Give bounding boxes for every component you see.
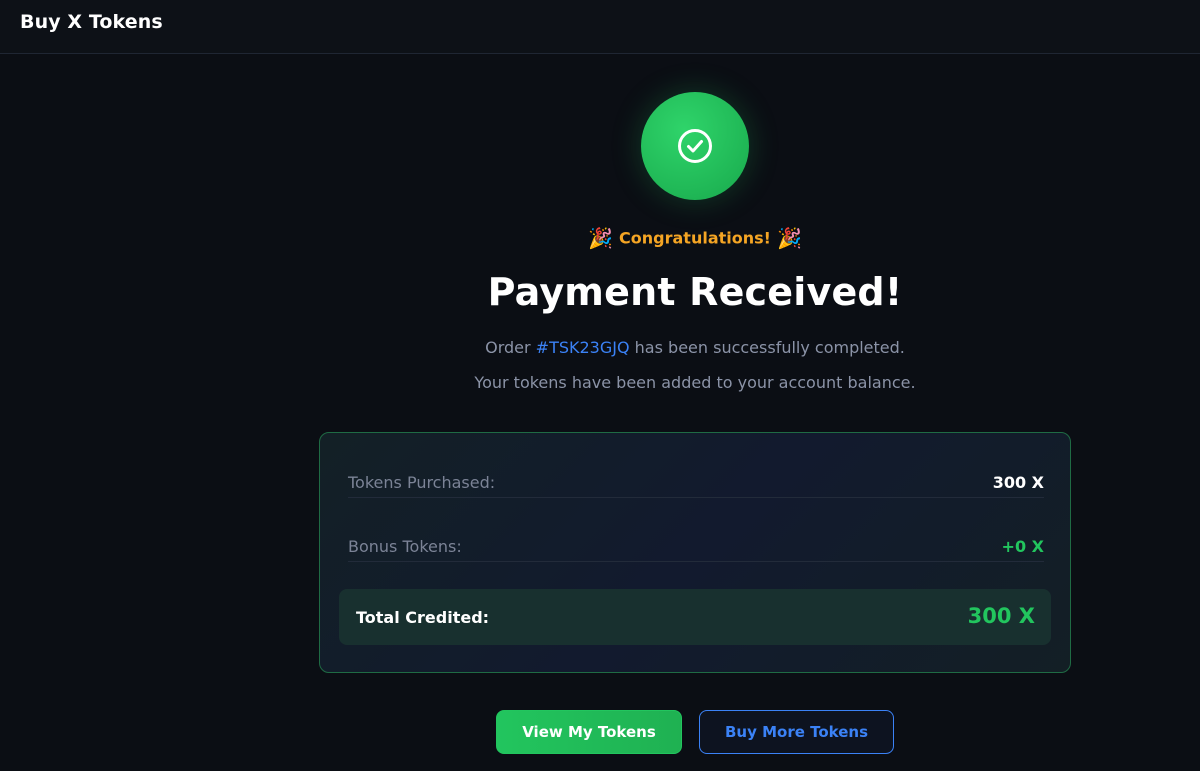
payment-success-panel: 🎉 Congratulations! 🎉 Payment Received! Ord…: [0, 55, 1200, 771]
purchase-summary-card: Tokens Purchased: 300 X Bonus Tokens: +0…: [319, 432, 1071, 673]
bonus-tokens-label: Bonus Tokens:: [348, 537, 462, 556]
total-credited-value: 300 X: [967, 604, 1035, 628]
order-prefix: Order: [485, 338, 536, 357]
bonus-tokens-value: +0 X: [1001, 537, 1044, 556]
buy-more-tokens-button[interactable]: Buy More Tokens: [699, 710, 894, 754]
page-title: Payment Received!: [487, 270, 903, 314]
app-title: Buy X Tokens: [20, 11, 163, 33]
balance-message: Your tokens have been added to your acco…: [474, 373, 916, 392]
congratulations-text: Congratulations!: [619, 228, 771, 248]
total-credited-row: Total Credited: 300 X: [339, 589, 1051, 645]
tokens-purchased-label: Tokens Purchased:: [348, 473, 496, 492]
party-popper-icon: 🎉: [588, 226, 614, 250]
order-suffix: has been successfully completed.: [629, 338, 905, 357]
check-circle-icon: [641, 92, 749, 200]
order-id: #TSK23GJQ: [535, 338, 630, 357]
bonus-tokens-row: Bonus Tokens: +0 X: [348, 497, 1044, 562]
order-confirmation-text: Order #TSK23GJQ has been successfully co…: [0, 338, 1200, 357]
tokens-purchased-row: Tokens Purchased: 300 X: [348, 433, 1044, 498]
party-popper-icon: 🎉: [776, 226, 802, 250]
total-credited-label: Total Credited:: [356, 608, 490, 627]
tokens-purchased-value: 300 X: [992, 473, 1044, 492]
view-my-tokens-button[interactable]: View My Tokens: [496, 710, 682, 754]
congratulations-banner: 🎉 Congratulations! 🎉: [0, 226, 1200, 250]
top-bar: Buy X Tokens: [0, 0, 1200, 54]
